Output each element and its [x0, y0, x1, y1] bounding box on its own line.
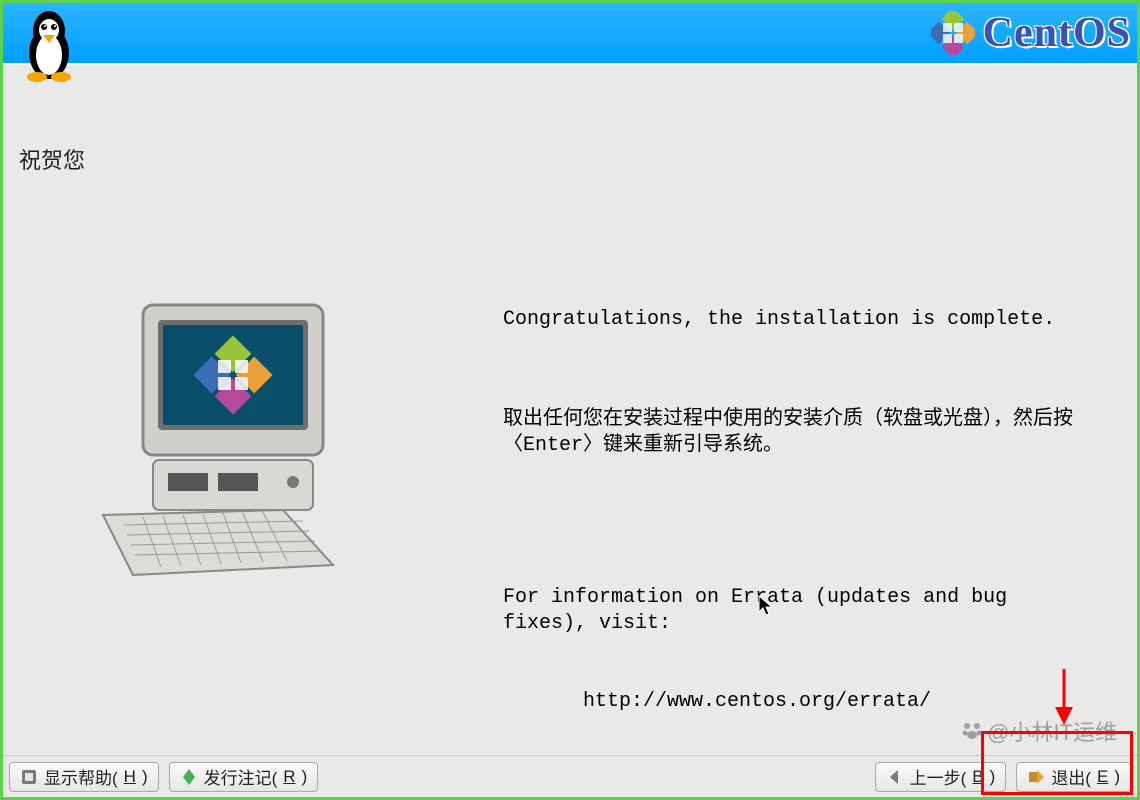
arrow-left-icon: [886, 768, 904, 786]
release-notes-button[interactable]: 发行注记(R): [169, 762, 319, 792]
cn-instruction: 取出任何您在安装过程中使用的安装介质（软盘或光盘），然后按〈Enter〉键来重新…: [503, 407, 1097, 459]
penguin-icon: [21, 5, 77, 83]
release-notes-icon: [180, 768, 198, 786]
help-button[interactable]: 显示帮助(H): [9, 762, 159, 792]
errata-url: http://www.centos.org/errata/: [503, 689, 1097, 715]
page-title: 祝贺您: [19, 143, 85, 175]
help-toggle-icon: [20, 768, 38, 786]
banner-header: CentOS: [3, 3, 1137, 63]
exit-button[interactable]: 退出(E): [1016, 762, 1131, 792]
centos-brand: CentOS: [931, 9, 1131, 57]
bottom-toolbar: 显示帮助(H) 发行注记(R) 上一步(B) 退出(E): [3, 755, 1137, 797]
back-button[interactable]: 上一步(B): [875, 762, 1007, 792]
main-panel: 祝贺您: [3, 65, 1137, 755]
congrats-line: Congratulations, the installation is com…: [503, 307, 1097, 333]
computer-illustration: [83, 285, 383, 585]
errata-info: For information on Errata (updates and b…: [503, 585, 1097, 637]
exit-icon: [1027, 768, 1045, 786]
centos-logo-icon: [931, 11, 975, 55]
brand-text: CentOS: [983, 9, 1131, 57]
content-text: Congratulations, the installation is com…: [503, 255, 1097, 755]
